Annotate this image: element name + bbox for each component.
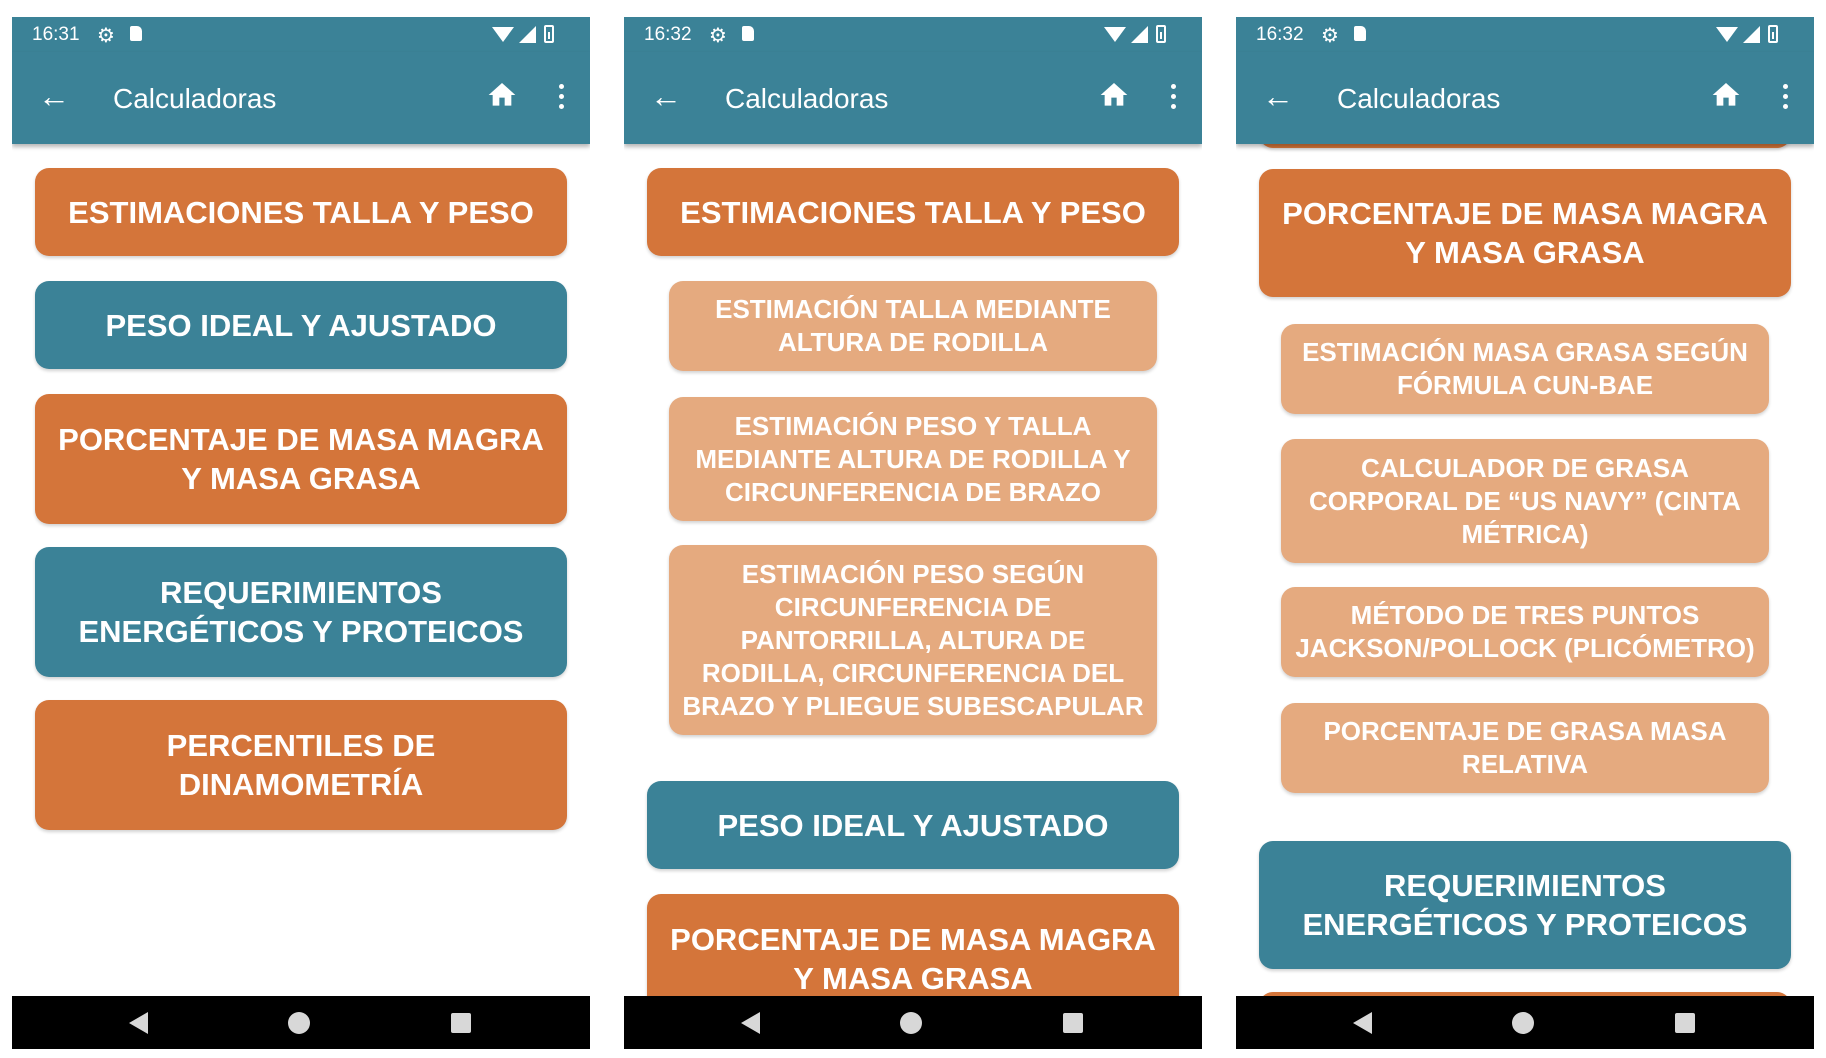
status-time: 16:31: [32, 24, 80, 45]
battery-icon: [1768, 25, 1778, 43]
signal-icon: [1131, 26, 1148, 43]
home-icon[interactable]: [486, 78, 518, 112]
nav-home-icon[interactable]: [900, 1012, 922, 1034]
app-title: Calculadoras: [113, 83, 277, 114]
wifi-icon: [492, 27, 514, 42]
status-bar: 16:31 ⚙: [12, 17, 590, 52]
status-time: 16:32: [644, 24, 692, 45]
nav-back-icon[interactable]: [129, 1012, 148, 1034]
category-button-dinamometria[interactable]: Percentiles de dinamometría: [35, 700, 567, 830]
settings-notification-icon: ⚙: [1321, 25, 1339, 47]
category-button-masa-magra-grasa[interactable]: Porcentaje de masa magra y masa grasa: [35, 394, 567, 524]
nav-recents-icon[interactable]: [1675, 1013, 1695, 1033]
nav-back-icon[interactable]: [1353, 1012, 1372, 1034]
status-icons: [1716, 24, 1796, 46]
more-options-icon[interactable]: [552, 76, 572, 116]
category-button-masa-magra-grasa[interactable]: Porcentaje de masa magra y masa grasa: [647, 894, 1179, 996]
category-button-requerimientos[interactable]: Requerimientos energéticos y proteicos: [35, 547, 567, 677]
app-bar: ← Calculadoras: [12, 52, 590, 144]
system-nav-bar: [624, 996, 1202, 1049]
back-arrow-icon[interactable]: ←: [650, 76, 682, 116]
status-bar: 16:32 ⚙: [1236, 17, 1814, 52]
category-button-estimaciones-talla-peso[interactable]: Estimaciones talla y peso: [647, 168, 1179, 256]
nav-home-icon[interactable]: [288, 1012, 310, 1034]
calculator-button-grasa-relativa[interactable]: Porcentaje de grasa masa relativa: [1281, 703, 1769, 793]
nav-recents-icon[interactable]: [451, 1013, 471, 1033]
back-arrow-icon[interactable]: ←: [1262, 76, 1294, 116]
calculator-button-cun-bae[interactable]: Estimación masa grasa según fórmula CUN-…: [1281, 324, 1769, 414]
sd-card-icon: [1354, 26, 1366, 41]
battery-icon: [544, 25, 554, 43]
settings-notification-icon: ⚙: [97, 25, 115, 47]
app-bar: ← Calculadoras: [1236, 52, 1814, 144]
category-button-estimaciones-talla-peso[interactable]: Estimaciones talla y peso: [35, 168, 567, 256]
calculator-list: Porcentaje de masa magra y masa grasa Es…: [1236, 144, 1814, 996]
category-card-partial[interactable]: [1259, 144, 1791, 148]
nav-recents-icon[interactable]: [1063, 1013, 1083, 1033]
app-title: Calculadoras: [1337, 83, 1501, 114]
nav-back-icon[interactable]: [741, 1012, 760, 1034]
phone-screen-2: 16:32 ⚙ ← Calculadoras Estimaciones tall…: [624, 17, 1202, 1049]
more-options-icon[interactable]: [1776, 76, 1796, 116]
phone-screen-3: 16:32 ⚙ ← Calculadoras Porcentaje de mas…: [1236, 17, 1814, 1049]
status-icons: [1104, 24, 1184, 46]
category-button-peso-ideal[interactable]: Peso ideal y ajustado: [35, 281, 567, 369]
calculator-list: Estimaciones talla y peso Peso ideal y a…: [12, 144, 590, 996]
battery-icon: [1156, 25, 1166, 43]
category-button-masa-magra-grasa[interactable]: Porcentaje de masa magra y masa grasa: [1259, 169, 1791, 297]
phone-screen-1: 16:31 ⚙ ← Calculadoras Estimaciones tall…: [12, 17, 590, 1049]
system-nav-bar: [12, 996, 590, 1049]
sd-card-icon: [742, 26, 754, 41]
status-bar: 16:32 ⚙: [624, 17, 1202, 52]
nav-home-icon[interactable]: [1512, 1012, 1534, 1034]
system-nav-bar: [1236, 996, 1814, 1049]
signal-icon: [519, 26, 536, 43]
calculator-button-jackson-pollock[interactable]: Método de tres puntos Jackson/Pollock (p…: [1281, 587, 1769, 677]
category-button-peso-ideal[interactable]: Peso ideal y ajustado: [647, 781, 1179, 869]
home-icon[interactable]: [1710, 78, 1742, 112]
app-title: Calculadoras: [725, 83, 889, 114]
back-arrow-icon[interactable]: ←: [38, 76, 70, 116]
more-options-icon[interactable]: [1164, 76, 1184, 116]
calculator-button-peso-talla-rodilla-brazo[interactable]: Estimación peso y talla mediante altura …: [669, 397, 1157, 521]
status-time: 16:32: [1256, 24, 1304, 45]
calculator-button-peso-pantorrilla[interactable]: Estimación peso según circunferencia de …: [669, 545, 1157, 735]
home-icon[interactable]: [1098, 78, 1130, 112]
app-bar: ← Calculadoras: [624, 52, 1202, 144]
category-button-requerimientos[interactable]: Requerimientos energéticos y proteicos: [1259, 841, 1791, 969]
status-icons: [492, 24, 572, 46]
settings-notification-icon: ⚙: [709, 25, 727, 47]
sd-card-icon: [130, 26, 142, 41]
calculator-button-us-navy[interactable]: Calculador de grasa corporal de “US Navy…: [1281, 439, 1769, 563]
signal-icon: [1743, 26, 1760, 43]
wifi-icon: [1104, 27, 1126, 42]
calculator-button-talla-rodilla[interactable]: Estimación talla mediante altura de rodi…: [669, 281, 1157, 371]
calculator-list: Estimaciones talla y peso Estimación tal…: [624, 144, 1202, 996]
wifi-icon: [1716, 27, 1738, 42]
